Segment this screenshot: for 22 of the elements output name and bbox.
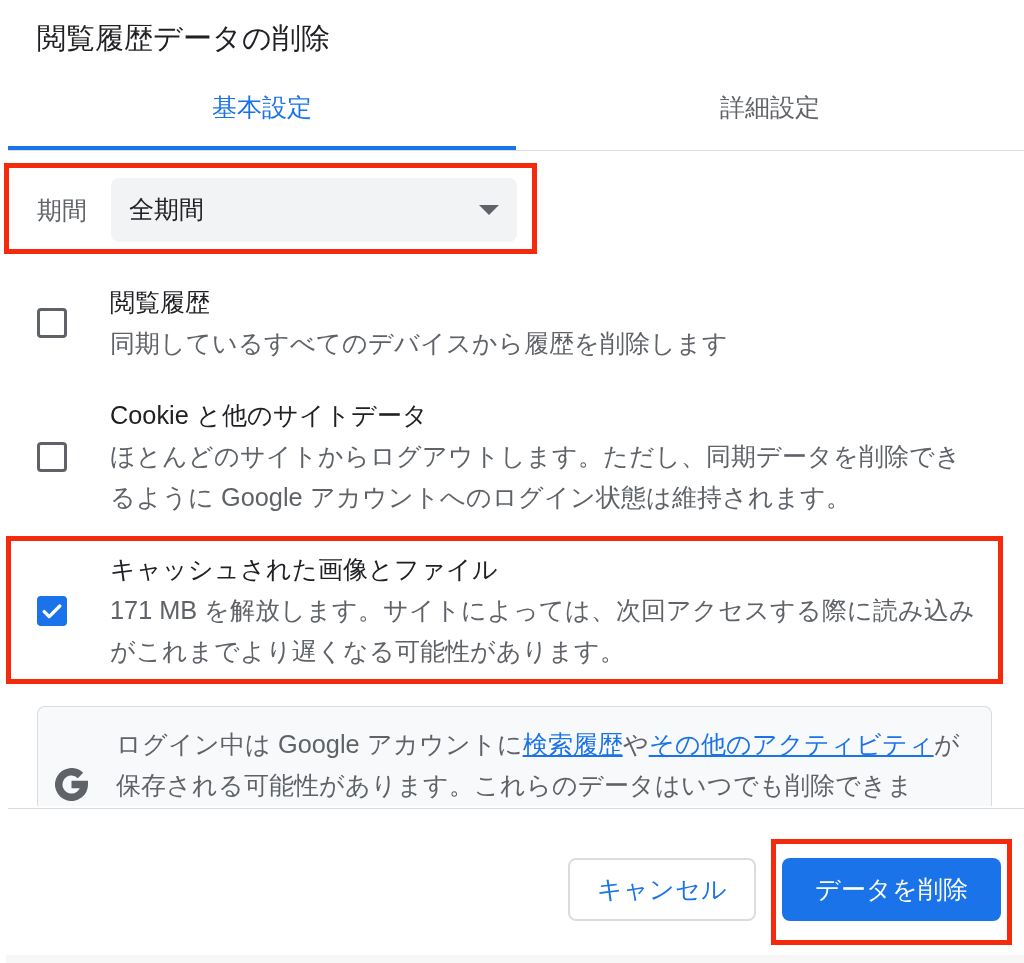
checkbox[interactable] bbox=[37, 308, 67, 338]
option-description: ほとんどのサイトからログアウトします。ただし、同期データを削除できるように Google アカウントへのログイン状態は維持されます。 bbox=[110, 441, 962, 513]
tab[interactable]: 基本設定 bbox=[8, 68, 516, 150]
checkbox[interactable] bbox=[37, 441, 67, 472]
text-link[interactable]: 検索履歴 bbox=[522, 730, 623, 758]
time-range-dropdown[interactable]: 全期間 bbox=[111, 178, 517, 242]
caret-icon bbox=[479, 205, 499, 215]
option-title: キャッシュされた画像とファイル bbox=[110, 554, 498, 585]
checkbox[interactable] bbox=[37, 595, 67, 626]
text-link[interactable]: その他のアクティビティ bbox=[648, 730, 934, 758]
option-title: 閲覧履歴 bbox=[110, 287, 210, 318]
g-logo-icon bbox=[55, 768, 88, 801]
time-range-label: 期間 bbox=[37, 195, 87, 226]
cancel-button[interactable]: キャンセル bbox=[568, 858, 756, 921]
info-text: ログイン中は Google アカウントに検索履歴やその他のアクティビティ が保存される可能性があります。これらのデータはいつでも削除できま bbox=[116, 729, 961, 801]
checkmark-icon bbox=[42, 602, 62, 619]
option-description: 171 MB を解放します。サイトによっては、次回アクセスする際に読み込みがこれまでより遅くなる可能性があります。 bbox=[110, 595, 977, 667]
delete-button[interactable]: データを削除 bbox=[782, 858, 1001, 921]
option-description: 同期しているすべてのデバイスから履歴を削除します bbox=[110, 328, 729, 359]
option-title: Cookie と他のサイトデータ bbox=[110, 400, 428, 431]
dialog-title: 閲覧履歴データの削除 bbox=[37, 20, 330, 56]
tab[interactable]: 詳細設定 bbox=[516, 68, 1024, 150]
